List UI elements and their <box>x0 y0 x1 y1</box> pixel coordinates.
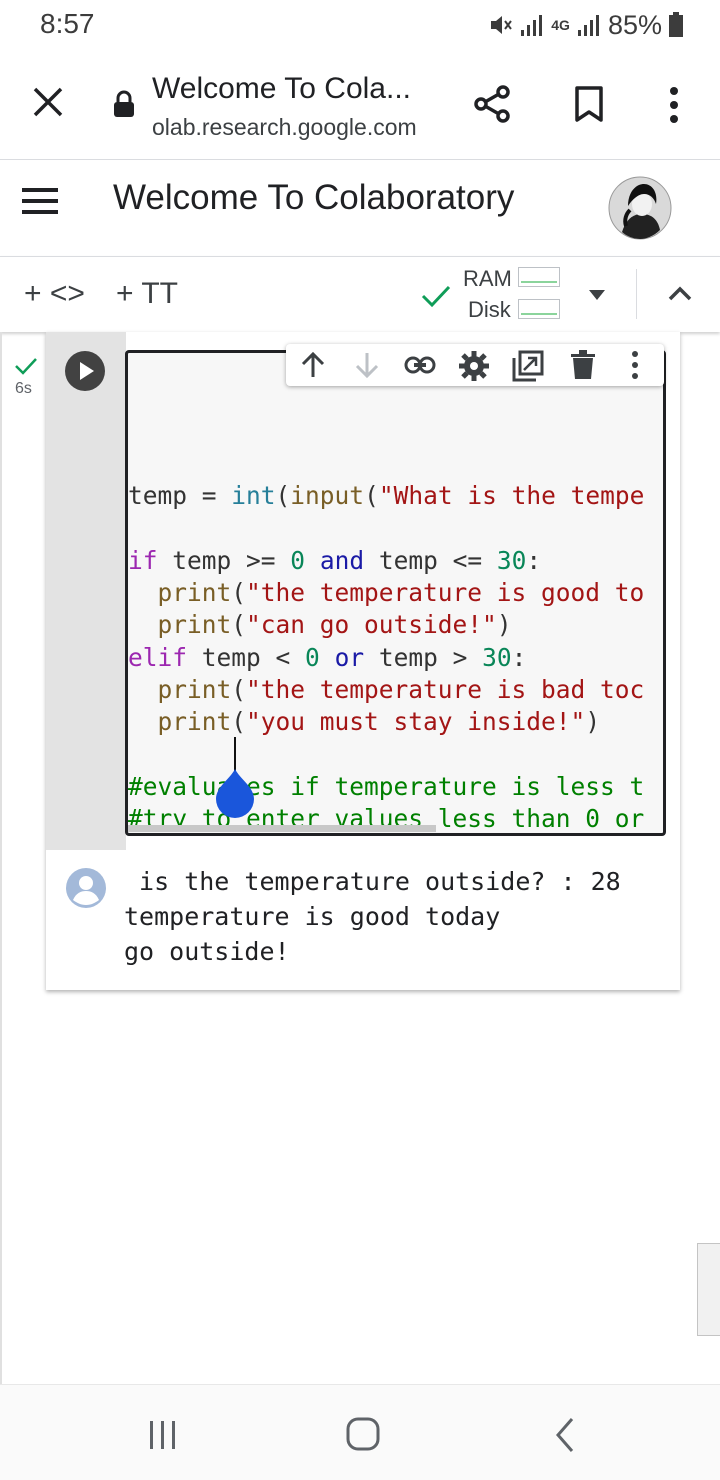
code-line: print("the temperature is bad toc <box>157 675 645 705</box>
runtime-dropdown-icon[interactable] <box>588 289 606 301</box>
home-icon[interactable] <box>346 1417 380 1451</box>
code-editor[interactable]: temp = int(input("What is the tempe if t… <box>125 350 666 836</box>
colab-header: Welcome To Colaboratory <box>0 162 720 256</box>
bookmark-icon[interactable] <box>574 86 604 122</box>
cell-output: is the temperature outside? : 28 temperat… <box>124 864 621 969</box>
avatar[interactable] <box>608 176 672 240</box>
delete-icon[interactable] <box>570 350 596 380</box>
link-icon[interactable] <box>404 354 436 376</box>
mirror-cell-icon[interactable] <box>512 350 544 382</box>
toolbar-divider <box>636 269 637 319</box>
notebook-title[interactable]: Welcome To Colaboratory <box>113 178 514 218</box>
more-vert-icon[interactable] <box>664 86 684 124</box>
code-line: print("you must stay inside!") <box>157 707 601 737</box>
back-icon[interactable] <box>554 1417 576 1453</box>
execution-time: 6s <box>15 380 32 397</box>
mute-icon <box>491 16 513 34</box>
code-line: #evaluates if temperature is less t <box>128 771 645 801</box>
status-time: 8:57 <box>40 8 95 39</box>
page-title[interactable]: Welcome To Cola... <box>152 72 411 106</box>
ram-label[interactable]: RAM <box>463 266 512 292</box>
url-text[interactable]: olab.research.google.com <box>152 114 442 141</box>
signal-icon <box>577 15 599 36</box>
cursor-handle[interactable] <box>214 769 256 819</box>
code-line: elif temp < 0 or temp > 30: <box>128 642 527 672</box>
disk-meter[interactable] <box>518 299 560 319</box>
ram-meter[interactable] <box>518 267 560 287</box>
cell-gutter <box>46 332 126 850</box>
battery-percent: 85% <box>607 9 662 40</box>
text-cursor <box>234 737 236 771</box>
page-scrollbar[interactable] <box>697 1243 720 1336</box>
page-left-border <box>0 332 2 1384</box>
connected-check-icon <box>421 285 451 308</box>
share-icon[interactable] <box>472 84 512 124</box>
menu-icon[interactable] <box>22 186 58 216</box>
add-code-button[interactable]: + <> <box>24 277 85 311</box>
lock-icon[interactable] <box>112 90 136 118</box>
status-bar: 8:57 4G 85% <box>0 0 720 50</box>
add-text-button[interactable]: + TT <box>116 277 178 311</box>
recent-apps-icon[interactable] <box>148 1419 178 1451</box>
close-icon[interactable] <box>32 86 64 118</box>
network-type: 4G <box>551 17 570 33</box>
browser-bar: Welcome To Cola... olab.research.google.… <box>0 52 720 160</box>
move-down-icon[interactable] <box>353 351 381 379</box>
code-text[interactable]: temp = int(input("What is the tempe if t… <box>128 448 645 833</box>
battery-icon <box>669 12 683 37</box>
status-icons: 4G 85% <box>487 8 684 42</box>
output-avatar-icon <box>66 868 106 908</box>
collapse-chevron-up-icon[interactable] <box>668 285 692 301</box>
output-line: is the temperature outside? : 28 <box>124 867 621 896</box>
notebook-toolbar: + <> + TT RAM Disk <box>0 256 720 332</box>
code-line: print("the temperature is good to <box>157 578 645 608</box>
code-line: if temp >= 0 and temp <= 30: <box>128 545 542 575</box>
signal-icon <box>521 15 543 36</box>
system-nav-bar <box>0 1384 720 1480</box>
output-line: go outside! <box>124 937 290 966</box>
code-line: temp = int(input("What is the tempe <box>128 481 645 511</box>
disk-label[interactable]: Disk <box>468 297 511 323</box>
code-line: print("can go outside!") <box>157 610 512 640</box>
output-line: temperature is good today <box>124 902 501 931</box>
horizontal-scrollbar[interactable] <box>128 825 436 832</box>
cell-toolbar <box>286 344 664 386</box>
execution-success-check-icon <box>15 358 37 375</box>
move-up-icon[interactable] <box>299 351 327 379</box>
more-vert-icon[interactable] <box>628 350 642 380</box>
run-cell-button[interactable] <box>65 351 105 391</box>
code-cell[interactable]: temp = int(input("What is the tempe if t… <box>46 332 680 990</box>
gear-icon[interactable] <box>458 350 490 382</box>
